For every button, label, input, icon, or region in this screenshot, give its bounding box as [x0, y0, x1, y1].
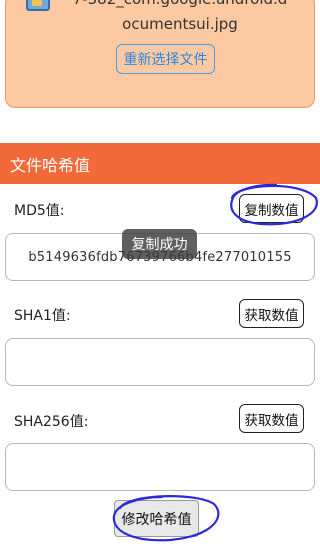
sha256-label: SHA256值: — [14, 414, 89, 430]
modify-hash-button[interactable]: 修改哈希值 — [114, 500, 199, 537]
copy-success-toast: 复制成功 — [122, 229, 197, 259]
section-header: 文件哈希值 — [0, 143, 320, 184]
sha1-value-field[interactable] — [5, 338, 315, 386]
image-file-icon — [26, 0, 50, 11]
section-title: 文件哈希值 — [10, 155, 91, 175]
reselect-file-button[interactable]: 重新选择文件 — [116, 44, 215, 74]
copy-md5-button[interactable]: 复制数值 — [239, 194, 304, 223]
sha256-value-field[interactable] — [5, 443, 315, 491]
get-sha256-button[interactable]: 获取数值 — [239, 404, 304, 433]
md5-label: MD5值: — [14, 203, 65, 219]
file-name: 7-382_com.google.android.documentsui.jpg — [73, 0, 288, 33]
get-sha1-button[interactable]: 获取数值 — [239, 299, 304, 328]
selected-file-card: 7-382_com.google.android.documentsui.jpg… — [5, 0, 315, 108]
sha1-label: SHA1值: — [14, 308, 71, 324]
